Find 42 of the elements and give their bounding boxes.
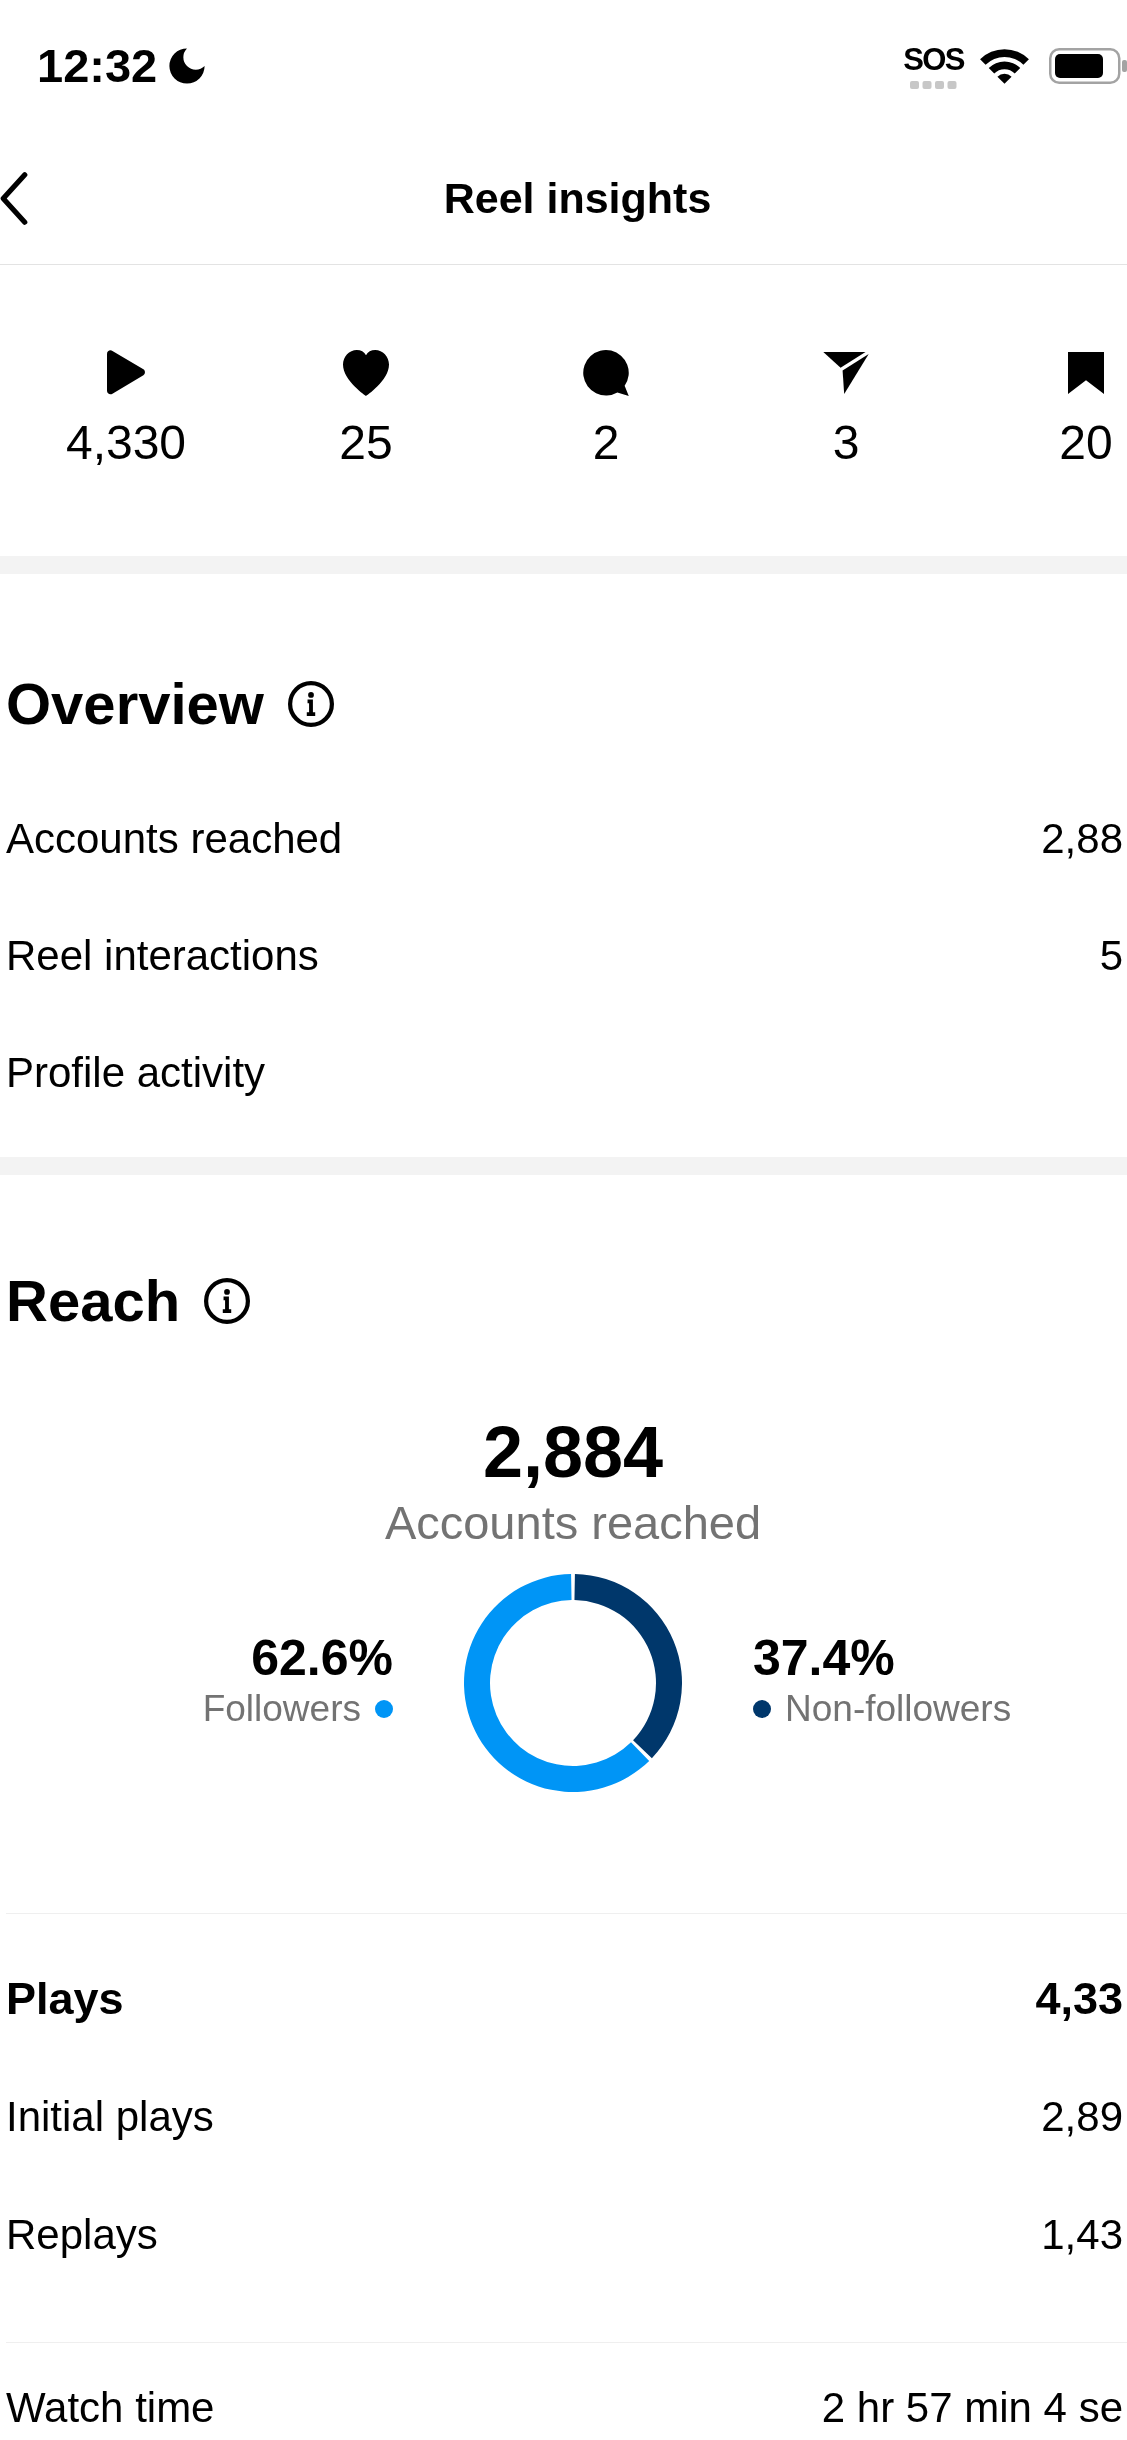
section-title: Overview [6, 670, 264, 738]
info-icon[interactable] [204, 1278, 251, 1324]
heart-icon [343, 350, 389, 396]
metric-value: 2 hr 57 min 4 se [821, 2383, 1123, 2433]
stat-count: 20 [1059, 418, 1113, 468]
sos-label: SOS [903, 43, 964, 77]
reach-total: 2,884 [482, 1412, 664, 1492]
metric-label: Accounts reached [6, 813, 343, 864]
info-icon[interactable] [287, 681, 334, 727]
page-title: Reel insights [443, 173, 712, 224]
legend-percent: 62.6% [251, 1632, 393, 1684]
battery-icon [1049, 48, 1127, 84]
status-time: 12:32 [37, 38, 158, 94]
legend-label: Followers [202, 1687, 361, 1731]
comment-icon [583, 350, 629, 396]
reach-total-label: Accounts reached [384, 1497, 762, 1549]
play-icon [107, 350, 145, 396]
stat-count: 25 [339, 418, 393, 468]
metric-label: Replays [6, 2210, 158, 2260]
moon-icon [169, 48, 206, 84]
metric-label: Profile activity [6, 1047, 266, 1098]
stat-count: 2 [592, 418, 620, 468]
metric-label: Reel interactions [6, 930, 319, 981]
metric-value: 2,89 [1041, 2092, 1123, 2142]
bookmark-icon [1068, 352, 1104, 394]
legend-percent: 37.4% [753, 1632, 895, 1684]
back-button[interactable] [0, 170, 28, 226]
metric-label: Watch time [6, 2383, 215, 2433]
signal-dots-icon [910, 81, 958, 89]
stat-count: 4,330 [65, 418, 187, 468]
metric-value: 4,33 [1035, 1973, 1123, 2025]
metric-value: 2,88 [1041, 813, 1123, 864]
metric-value: 5 [1099, 930, 1123, 981]
wifi-icon [980, 48, 1029, 84]
metric-label: Plays [6, 1973, 124, 2025]
chevron-left-icon [0, 170, 28, 226]
legend-label: Non-followers [785, 1687, 1012, 1731]
paper-plane-icon [823, 352, 869, 394]
stat-count: 3 [832, 418, 860, 468]
metric-label: Initial plays [6, 2092, 214, 2142]
section-title: Reach [6, 1267, 181, 1335]
metric-value: 1,43 [1041, 2210, 1123, 2260]
